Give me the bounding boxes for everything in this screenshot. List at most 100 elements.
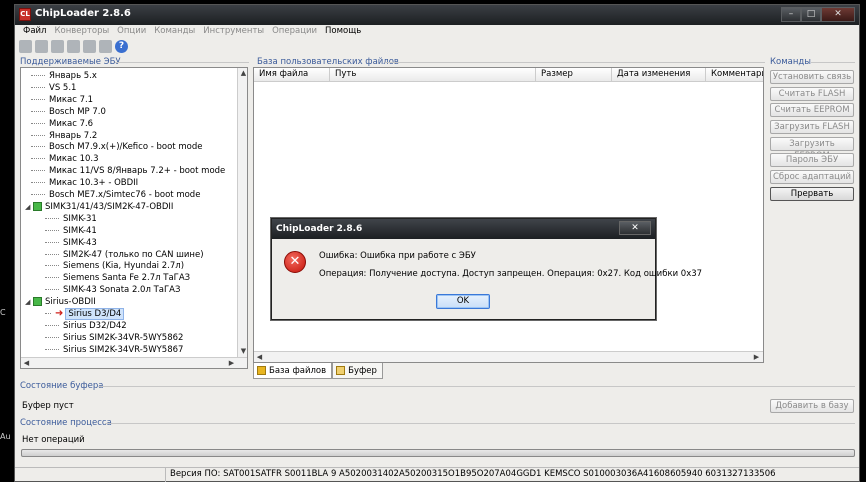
- scroll-left-icon[interactable]: ◀: [21, 358, 32, 368]
- close-button[interactable]: ✕: [821, 7, 855, 22]
- menu-operations[interactable]: Операции: [268, 25, 321, 39]
- abort-button[interactable]: Прервать: [770, 187, 854, 201]
- write-eeprom-button[interactable]: Загрузить EEPROM: [770, 137, 854, 161]
- reset-adaptation-button[interactable]: Сброс адаптаций: [770, 170, 854, 184]
- window-title: ChipLoader 2.8.6: [35, 8, 131, 19]
- tree-item[interactable]: SIMK-31: [45, 213, 97, 225]
- copy-icon[interactable]: [83, 40, 96, 53]
- main-window: CL ChipLoader 2.8.6 – □ ✕ Файл Конвертор…: [14, 4, 860, 482]
- scroll-right-icon[interactable]: ▶: [751, 352, 762, 362]
- desktop-right: [860, 0, 866, 482]
- tree-group[interactable]: ◢ Sirius-OBDII: [25, 296, 96, 308]
- ok-button[interactable]: OK: [436, 294, 490, 309]
- tree-item[interactable]: VS 5.1: [31, 82, 76, 94]
- tree-connector: [45, 348, 59, 350]
- ecu-tree[interactable]: Январь 5.x VS 5.1 Микас 7.1 Bosch MP 7.0 Мик…: [20, 67, 248, 369]
- tree-item[interactable]: Микас 10.3: [31, 153, 99, 165]
- tree-item[interactable]: Siemens Santa Fe 2.7л ТаГАЗ: [45, 272, 190, 284]
- tree-item-label: SIMK31/41/43/SIM2K-47-OBDII: [45, 201, 174, 212]
- menu-help[interactable]: Помощь: [321, 25, 365, 39]
- tree-item[interactable]: Sirius SIM2K-34VR-5WY5862: [45, 332, 183, 344]
- connect-button[interactable]: Установить связь: [770, 70, 854, 84]
- tree-item[interactable]: Siemens (Kia, Hyundai 2.7л): [45, 260, 184, 272]
- tree-item[interactable]: Bosch M7.9.x(+)/Kefico - boot mode: [31, 141, 202, 153]
- tree-item[interactable]: Микас 11/VS 8/Январь 7.2+ - boot mode: [31, 165, 225, 177]
- process-divider: [105, 423, 855, 424]
- cut-icon[interactable]: [67, 40, 80, 53]
- title-bar[interactable]: CL ChipLoader 2.8.6 – □ ✕: [15, 5, 859, 25]
- menu-converters[interactable]: Конверторы: [50, 25, 113, 39]
- tab-files-base[interactable]: База файлов: [253, 363, 333, 379]
- ecu-tree-vscroll[interactable]: ▲ ▼: [237, 68, 247, 357]
- tree-connector: [31, 134, 45, 136]
- tree-item[interactable]: Январь 7.2: [31, 130, 97, 142]
- ecu-tree-hscroll[interactable]: ◀ ▶: [21, 357, 247, 368]
- expand-icon[interactable]: ◢: [25, 296, 33, 308]
- write-flash-button[interactable]: Загрузить FLASH: [770, 120, 854, 134]
- minimize-button[interactable]: –: [781, 7, 801, 22]
- tree-item-label: SIMK-43 Sonata 2.0л ТаГАЗ: [63, 285, 181, 296]
- tree-item[interactable]: SIM2K-47 (только по CAN шине): [45, 249, 204, 261]
- undo-icon[interactable]: [51, 40, 64, 53]
- save-all-icon[interactable]: [35, 40, 48, 53]
- version-info: Версия ПО: SAT001SATFR S0011BLA 9 A50200…: [165, 468, 859, 482]
- ecu-password-button[interactable]: Пароль ЭБУ: [770, 153, 854, 167]
- scroll-right-icon[interactable]: ▶: [226, 358, 237, 368]
- toolbar: ?: [19, 40, 128, 56]
- tree-item[interactable]: Sirius D32/D42: [45, 320, 127, 332]
- tree-item[interactable]: SIMK-41: [45, 225, 97, 237]
- menu-commands[interactable]: Команды: [150, 25, 199, 39]
- read-eeprom-button[interactable]: Считать EEPROM: [770, 103, 854, 117]
- maximize-button[interactable]: □: [801, 7, 821, 22]
- tree-item[interactable]: ➜ Sirius D3/D4: [45, 308, 125, 320]
- tree-item-label: SIMK-43: [63, 237, 97, 248]
- menu-tools[interactable]: Инструменты: [199, 25, 268, 39]
- col-file-name[interactable]: Имя файла: [254, 68, 330, 82]
- tree-item[interactable]: Bosch MP 7.0: [31, 106, 106, 118]
- tree-item[interactable]: SIMK-43: [45, 237, 97, 249]
- tab-buffer[interactable]: Буфер: [332, 363, 383, 379]
- ecu-panel-divider: [115, 62, 249, 63]
- tree-connector: [45, 277, 59, 279]
- expand-icon[interactable]: ◢: [25, 201, 33, 213]
- tree-connector: [31, 158, 45, 160]
- add-to-base-button[interactable]: Добавить в базу: [770, 399, 854, 413]
- tree-item[interactable]: SIMK-43 Sonata 2.0л ТаГАЗ: [45, 284, 180, 296]
- tree-item-label: Sirius D32/D42: [63, 320, 127, 331]
- dialog-title-bar[interactable]: ChipLoader 2.8.6 ✕: [272, 219, 655, 239]
- tree-item[interactable]: Sirius SIM2K-34VR-5WY5867: [45, 344, 183, 356]
- status-bar: Версия ПО: SAT001SATFR S0011BLA 9 A50200…: [15, 467, 859, 482]
- read-flash-button[interactable]: Считать FLASH: [770, 87, 854, 101]
- tree-connector: [31, 98, 45, 100]
- files-hscroll[interactable]: ◀ ▶: [254, 351, 763, 362]
- tree-group[interactable]: ◢ SIMK31/41/43/SIM2K-47-OBDII: [25, 201, 173, 213]
- menu-options[interactable]: Опции: [113, 25, 150, 39]
- col-path[interactable]: Путь: [330, 68, 536, 82]
- help-icon[interactable]: ?: [115, 40, 128, 53]
- paste-icon[interactable]: [99, 40, 112, 53]
- save-icon[interactable]: [19, 40, 32, 53]
- tree-connector: [45, 313, 51, 314]
- scroll-down-icon[interactable]: ▼: [238, 346, 247, 357]
- scroll-left-icon[interactable]: ◀: [254, 352, 265, 362]
- tree-item[interactable]: Микас 10.3+ - OBDII: [31, 177, 138, 189]
- dialog-close-button[interactable]: ✕: [619, 221, 651, 235]
- menu-bar: Файл Конверторы Опции Команды Инструмент…: [15, 25, 859, 39]
- tree-item[interactable]: Микас 7.6: [31, 118, 93, 130]
- tree-item-label: Микас 10.3+ - OBDII: [49, 178, 139, 189]
- col-comment[interactable]: Комментарий: [706, 68, 763, 82]
- tree-item[interactable]: Bosch ME7.x/Simtec76 - boot mode: [31, 189, 200, 201]
- col-modified[interactable]: Дата изменения: [612, 68, 706, 82]
- error-operation: Операция: Получение доступа. Доступ запр…: [319, 269, 703, 279]
- tree-connector: [31, 122, 45, 124]
- col-size[interactable]: Размер: [536, 68, 612, 82]
- menu-file[interactable]: Файл: [19, 25, 50, 39]
- tree-item-label: Январь 5.x: [49, 71, 97, 81]
- buffer-label: Состояние буфера: [20, 381, 104, 391]
- tree-item[interactable]: Январь 5.x: [31, 70, 97, 82]
- tree-connector: [31, 170, 45, 172]
- tree-item[interactable]: Микас 7.1: [31, 94, 93, 106]
- tree-connector: [31, 110, 45, 112]
- desktop-label-left-1: C: [0, 308, 6, 317]
- scroll-up-icon[interactable]: ▲: [238, 68, 247, 79]
